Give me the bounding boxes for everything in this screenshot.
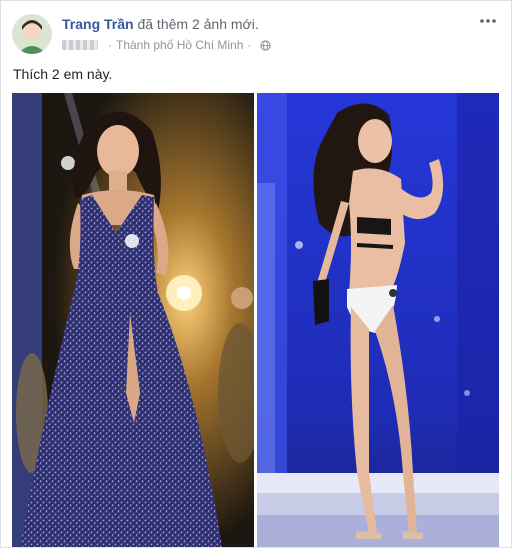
post-header: Trang Trần đã thêm 2 ảnh mới. [62, 16, 259, 32]
post-action-text: đã thêm 2 ảnh mới. [137, 16, 259, 32]
author-avatar[interactable] [12, 14, 52, 54]
globe-icon[interactable] [260, 39, 272, 51]
meta-separator: · [108, 38, 112, 52]
photo-2[interactable] [257, 93, 499, 547]
more-options-icon[interactable] [477, 11, 499, 31]
author-name-link[interactable]: Trang Trần [62, 16, 134, 32]
meta-separator-2: · [247, 38, 252, 52]
post-message: Thích 2 em này. [13, 66, 113, 82]
photo-1[interactable] [12, 93, 254, 547]
post-timestamp[interactable] [62, 40, 98, 50]
post-meta: · Thành phố Hồ Chí Minh · [62, 38, 272, 52]
post-card: Trang Trần đã thêm 2 ảnh mới. · Thành ph… [0, 0, 512, 548]
location-link[interactable]: Thành phố Hồ Chí Minh [116, 38, 243, 52]
